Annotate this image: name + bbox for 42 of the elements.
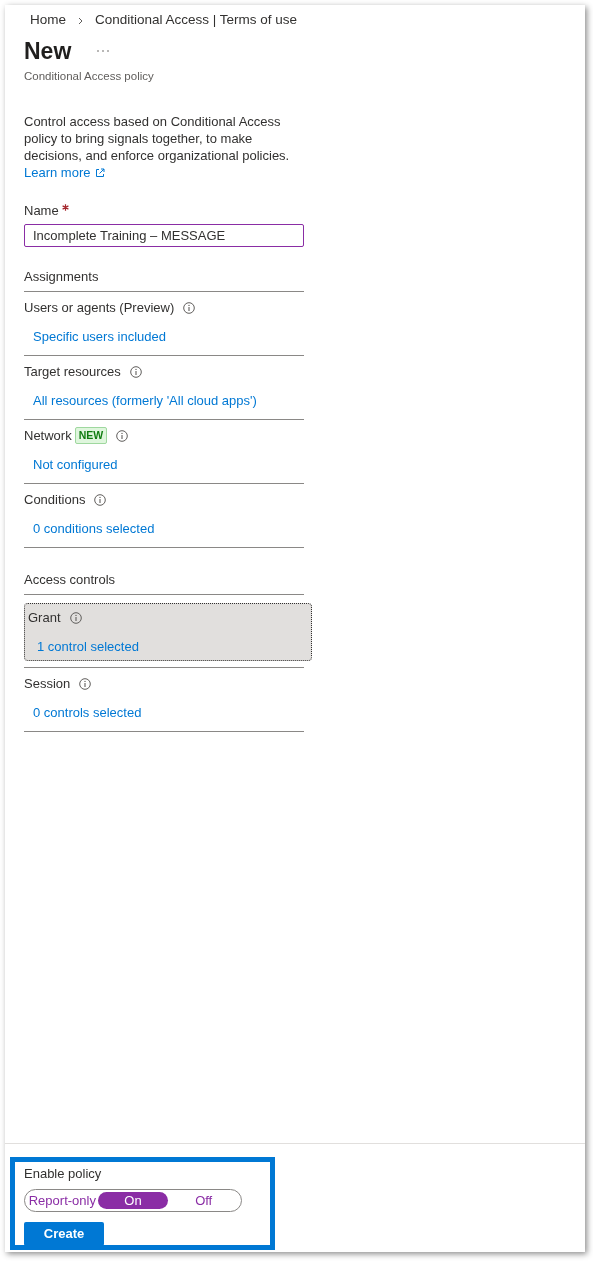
item-value-link[interactable]: 0 controls selected <box>33 702 142 723</box>
breadcrumb-link[interactable]: Conditional Access | Terms of use <box>95 10 298 31</box>
name-field[interactable]: Incomplete Training – MESSAGE <box>24 223 304 247</box>
settings-item[interactable]: Target resources All resources (formerly 'All cloud apps') <box>24 355 304 419</box>
info-icon[interactable] <box>79 677 92 690</box>
description-text: Control access based on Conditional Access policy to bring signals together, to make decisions, and enforce organizational policies. <box>24 113 291 165</box>
info-icon[interactable] <box>129 365 142 378</box>
field-label: Enable policy <box>24 1165 103 1183</box>
item-label: Network <box>24 427 72 445</box>
settings-item[interactable]: Grant 1 control selected <box>24 602 312 661</box>
info-icon[interactable] <box>94 493 107 506</box>
section-heading: Assignments <box>24 267 99 286</box>
external-link-icon <box>95 167 106 178</box>
item-label: Target resources <box>24 363 121 381</box>
item-value-link[interactable]: All resources (formerly 'All cloud apps') <box>33 390 257 411</box>
item-label: Conditions <box>24 491 86 509</box>
item-label: Session <box>24 675 71 693</box>
item-label: Users or agents (Preview) <box>24 299 175 317</box>
page-subtitle: Conditional Access policy <box>24 69 154 84</box>
new-badge: NEW <box>74 427 108 445</box>
create-button[interactable]: Create <box>24 1221 104 1246</box>
item-value-link[interactable]: 0 conditions selected <box>33 518 155 539</box>
page-title: New <box>24 37 72 66</box>
breadcrumb-link[interactable]: Home <box>30 10 66 31</box>
item-value-link[interactable]: Specific users included <box>33 326 166 347</box>
settings-item[interactable]: Session 0 controls selected <box>24 667 304 731</box>
learn-more-link[interactable]: Learn more <box>24 164 106 182</box>
settings-item[interactable]: Users or agents (Preview) Specific users included <box>24 291 304 355</box>
info-icon[interactable] <box>183 301 196 314</box>
chevron-icon <box>78 16 83 25</box>
settings-item[interactable]: Network NEW Not configured <box>24 419 304 483</box>
toggle-option[interactable]: On <box>97 1191 169 1209</box>
toggle-option[interactable]: Report-only <box>27 1191 98 1209</box>
toggle-option[interactable]: Off <box>168 1191 239 1209</box>
item-label: Grant <box>28 609 61 627</box>
settings-item[interactable]: Conditions 0 conditions selected <box>24 483 304 547</box>
info-icon[interactable] <box>116 429 129 442</box>
item-value-link[interactable]: 1 control selected <box>37 636 139 657</box>
section-heading: Access controls <box>24 570 116 589</box>
item-value-link[interactable]: Not configured <box>33 454 118 475</box>
field-label: Name <box>24 202 59 221</box>
info-icon[interactable] <box>69 611 82 624</box>
